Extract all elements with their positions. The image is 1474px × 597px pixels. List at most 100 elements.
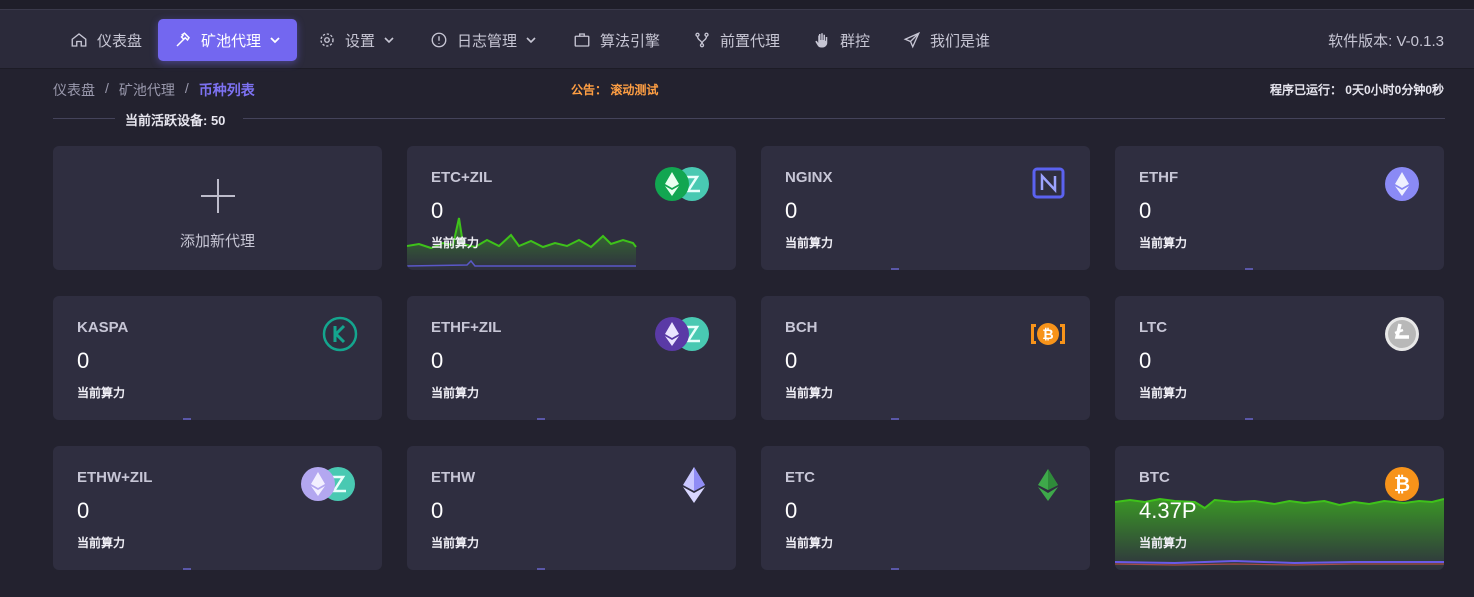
coin-name: ETHW+ZIL <box>77 469 153 486</box>
sparkline-baseline <box>537 418 545 420</box>
breadcrumb-separator: / <box>184 80 189 96</box>
hashrate-value: 0 <box>431 348 444 373</box>
coin-name: BCH <box>785 319 818 336</box>
coin-name: ETC <box>785 469 815 486</box>
hashrate-label: 当前算力 <box>1139 536 1188 550</box>
coin-card-kaspa[interactable]: KASPA 0 当前算力 <box>53 296 382 420</box>
svg-text:₿: ₿ <box>1394 472 1410 496</box>
gear-icon <box>320 33 334 47</box>
nav-group-control[interactable]: 群控 <box>813 19 870 61</box>
uptime-text: 程序已运行： 0天0小时0分钟0秒 <box>1269 83 1444 97</box>
plus-icon <box>201 179 235 213</box>
coin-name: KASPA <box>77 319 129 336</box>
hashrate-label: 当前算力 <box>431 386 480 400</box>
coin-card-btc[interactable]: BTC 4.37P 当前算力 ₿ <box>1115 446 1444 570</box>
sparkline-baseline <box>183 418 191 420</box>
nav-algorithm-engine-label: 算法引擎 <box>600 32 661 50</box>
hashrate-value: 0 <box>1139 348 1152 373</box>
breadcrumb-item-current: 币种列表 <box>198 82 255 98</box>
nav-front-proxy-label: 前置代理 <box>720 32 781 50</box>
coin-card-etc-zil[interactable]: ETC+ZIL 0 当前算力 <box>407 146 736 270</box>
nav-pool-proxy[interactable]: 矿池代理 <box>158 19 298 61</box>
sparkline-baseline <box>537 568 545 570</box>
coin-name: BTC <box>1139 469 1170 486</box>
add-proxy-label: 添加新代理 <box>179 233 255 250</box>
coin-name: LTC <box>1139 319 1168 336</box>
ethw-zil-icon <box>300 466 358 502</box>
breadcrumb-item-dashboard[interactable]: 仪表盘 <box>53 80 95 100</box>
nav-about-us-label: 我们是谁 <box>930 32 991 50</box>
hand-icon <box>815 33 828 48</box>
sparkline-baseline <box>891 418 899 420</box>
git-branch-icon <box>695 32 709 48</box>
chevron-down-icon <box>384 37 394 44</box>
chevron-down-icon <box>270 37 280 44</box>
hashrate-label: 当前算力 <box>785 536 834 550</box>
hammer-icon <box>176 32 190 47</box>
hashrate-label: 当前算力 <box>785 236 834 250</box>
sparkline-baseline <box>1245 418 1253 420</box>
hashrate-label: 当前算力 <box>785 386 834 400</box>
svg-text:₿: ₿ <box>1042 327 1053 343</box>
breadcrumb-item-pool-proxy[interactable]: 矿池代理 <box>119 80 175 100</box>
hashrate-value: 0 <box>785 348 798 373</box>
software-version: 软件版本: V-0.1.3 <box>1328 33 1444 50</box>
nav-logs[interactable]: 日志管理 <box>430 19 537 61</box>
nav-logs-label: 日志管理 <box>457 32 518 50</box>
coin-card-ethw-zil[interactable]: ETHW+ZIL 0 当前算力 <box>53 446 382 570</box>
breadcrumb-separator: / <box>105 80 109 96</box>
nav-pool-proxy-label: 矿池代理 <box>201 32 262 50</box>
sparkline-baseline <box>183 568 191 570</box>
ltc-icon <box>1384 316 1420 352</box>
nav-dashboard-label: 仪表盘 <box>97 32 143 50</box>
ethf-zil-icon <box>654 316 712 352</box>
chevron-down-icon <box>526 37 536 44</box>
hashrate-value: 0 <box>431 198 444 223</box>
hashrate-value: 0 <box>431 498 444 523</box>
window-top-strip <box>0 0 1474 10</box>
coin-name: ETC+ZIL <box>431 169 493 186</box>
ethw-icon <box>676 466 712 503</box>
home-icon <box>71 33 87 47</box>
active-devices-count: 当前活跃设备: 50 <box>125 113 226 128</box>
divider-left <box>53 118 115 119</box>
btc-icon: ₿ <box>1384 466 1420 502</box>
hashrate-value: 0 <box>77 348 90 373</box>
etc-zil-icon <box>654 166 712 202</box>
breadcrumb: 仪表盘 / 矿池代理 / 币种列表 <box>53 80 255 100</box>
alert-circle-icon <box>431 32 447 48</box>
etc-icon <box>1030 466 1066 502</box>
coin-name: ETHF <box>1139 169 1179 186</box>
sparkline-baseline <box>891 568 899 570</box>
add-proxy-card[interactable]: 添加新代理 <box>53 146 382 270</box>
nav-settings-label: 设置 <box>345 32 376 50</box>
hashrate-value: 0 <box>77 498 90 523</box>
ethf-icon <box>1384 166 1420 202</box>
hashrate-label: 当前算力 <box>1139 236 1188 250</box>
divider-right <box>243 118 1445 119</box>
coin-card-bch[interactable]: BCH 0 当前算力 ₿ <box>761 296 1090 420</box>
hashrate-label: 当前算力 <box>431 536 480 550</box>
kaspa-icon <box>322 316 358 352</box>
hashrate-label: 当前算力 <box>1139 386 1188 400</box>
notice-text: 公告： 滚动测试 <box>571 83 659 97</box>
coin-card-etc[interactable]: ETC 0 当前算力 <box>761 446 1090 570</box>
nav-front-proxy[interactable]: 前置代理 <box>693 19 780 61</box>
nav-settings[interactable]: 设置 <box>318 19 395 61</box>
nav-group-control-label: 群控 <box>840 32 871 50</box>
coin-card-nginx[interactable]: NGINX 0 当前算力 <box>761 146 1090 270</box>
hashrate-label: 当前算力 <box>77 536 126 550</box>
sparkline-baseline <box>1245 268 1253 270</box>
coin-name: NGINX <box>785 169 833 186</box>
nav-dashboard[interactable]: 仪表盘 <box>70 19 142 61</box>
coin-card-ethf-zil[interactable]: ETHF+ZIL 0 当前算力 <box>407 296 736 420</box>
send-icon <box>903 31 921 49</box>
coin-card-ethf[interactable]: ETHF 0 当前算力 <box>1115 146 1444 270</box>
hashrate-value: 0 <box>1139 198 1152 223</box>
nav-about-us[interactable]: 我们是谁 <box>903 19 990 61</box>
hashrate-value: 0 <box>785 498 798 523</box>
coin-card-ethw[interactable]: ETHW 0 当前算力 <box>407 446 736 570</box>
nginx-icon <box>1032 166 1066 202</box>
coin-card-ltc[interactable]: LTC 0 当前算力 <box>1115 296 1444 420</box>
nav-algorithm-engine[interactable]: 算法引擎 <box>573 19 660 61</box>
